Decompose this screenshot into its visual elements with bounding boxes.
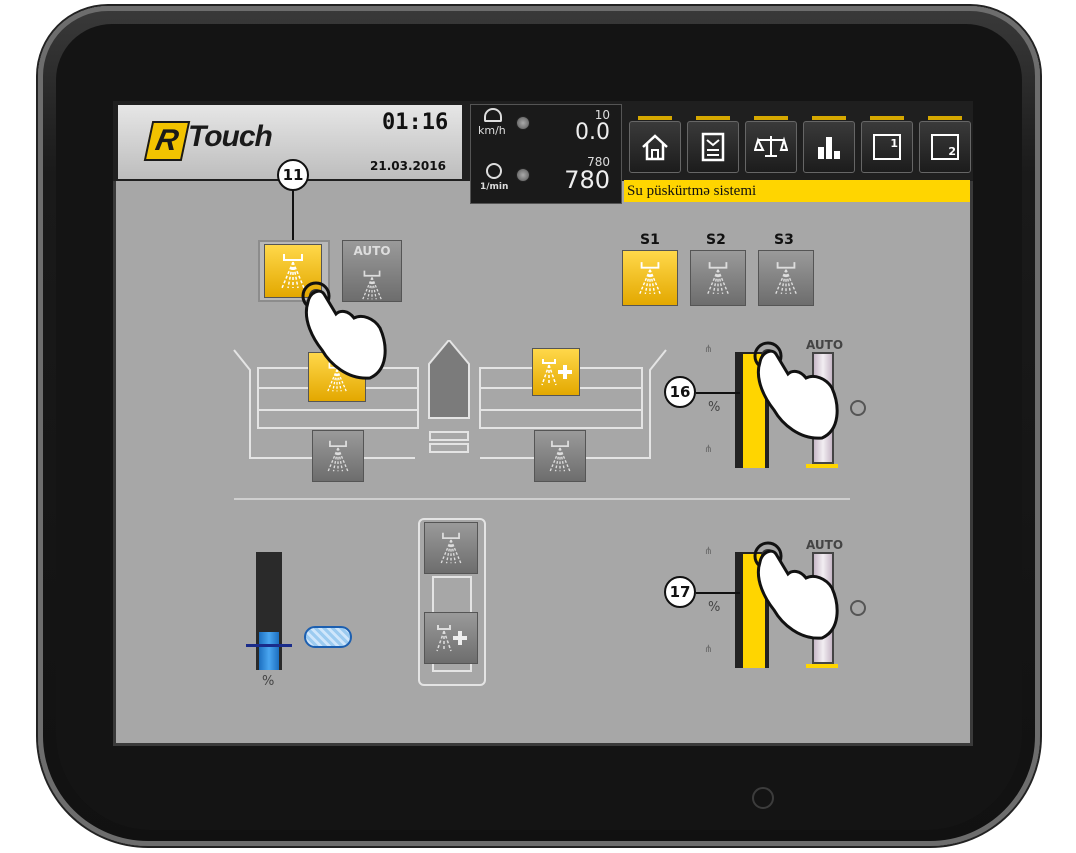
upper-percent-label: % [708, 400, 721, 415]
upper-auto-bar-base [806, 464, 838, 468]
pressure-gauge-icon [850, 600, 866, 616]
stats-button[interactable] [803, 116, 855, 173]
left-lower-spray-button[interactable] [312, 430, 364, 482]
rpm-unit: 1/min [480, 182, 509, 192]
callout-line [696, 392, 740, 394]
tank-level-fill [259, 632, 279, 670]
tank-min-marker [246, 644, 292, 647]
section-3-label: S3 [774, 232, 794, 248]
lower-percent-label: % [708, 600, 721, 615]
rpm-value: 780 [564, 166, 610, 194]
spray-low-icon: ⋔ [704, 644, 713, 655]
callout-line [292, 190, 294, 242]
brand-logo-text: Touch [188, 120, 273, 153]
touch-hand-icon [753, 341, 839, 440]
section-divider [234, 498, 850, 500]
callout-16: 16 [664, 376, 696, 408]
screen-2-icon: 2 [931, 134, 959, 160]
speedometer-icon [484, 108, 502, 122]
section-2-button[interactable] [690, 250, 746, 306]
speed-value: 0.0 [575, 120, 610, 145]
trailer-upper-spray-button[interactable] [424, 522, 478, 574]
water-tank-icon [304, 626, 352, 648]
callout-line [696, 592, 740, 594]
section-3-button[interactable] [758, 250, 814, 306]
engine-icon [486, 163, 502, 179]
lower-auto-bar-base [806, 664, 838, 668]
screen-1-icon: 1 [873, 134, 901, 160]
tank-percent-label: % [262, 674, 275, 689]
screen-1-button[interactable]: 1 [861, 116, 913, 173]
section-1-button[interactable] [622, 250, 678, 306]
sprayer-plus-icon [436, 625, 467, 652]
sprayer-icon [775, 262, 797, 295]
section-2-label: S2 [706, 232, 726, 248]
sprayer-icon [707, 262, 729, 295]
sprayer-plus-icon [541, 359, 572, 386]
stats-icon [818, 137, 840, 159]
touch-hand-icon [301, 281, 387, 380]
screen-2-button[interactable]: 2 [919, 116, 971, 173]
tank-level-bar [256, 552, 282, 670]
home-button[interactable] [629, 116, 681, 173]
spray-high-icon: ⋔ [704, 546, 713, 557]
sprayer-icon [327, 440, 349, 472]
sprayer-icon [639, 262, 661, 295]
scale-icon [754, 136, 788, 157]
section-1-label: S1 [640, 232, 660, 248]
power-button[interactable] [752, 787, 774, 809]
sprayer-icon [440, 532, 462, 564]
clock-date: 21.03.2016 [370, 159, 446, 173]
trailer-lower-spray-plus-button[interactable] [424, 612, 478, 664]
speed-led-icon [516, 116, 530, 130]
menu-icon [701, 132, 725, 162]
scale-button[interactable] [745, 116, 797, 173]
pressure-gauge-icon [850, 400, 866, 416]
right-upper-spray-plus-button[interactable] [532, 348, 580, 396]
touch-hand-icon [753, 541, 839, 640]
speed-unit: km/h [478, 124, 506, 137]
menu-button[interactable] [687, 116, 739, 173]
clock-time: 01:16 [382, 110, 449, 135]
right-lower-spray-button[interactable] [534, 430, 586, 482]
rpm-led-icon [516, 168, 530, 182]
callout-11: 11 [277, 159, 309, 191]
callout-17: 17 [664, 576, 696, 608]
screen-title: Su püskürtmə sistemi [624, 180, 970, 202]
sprayer-icon [549, 440, 571, 472]
spray-low-icon: ⋔ [704, 444, 713, 455]
home-icon [642, 134, 668, 161]
spray-high-icon: ⋔ [704, 344, 713, 355]
